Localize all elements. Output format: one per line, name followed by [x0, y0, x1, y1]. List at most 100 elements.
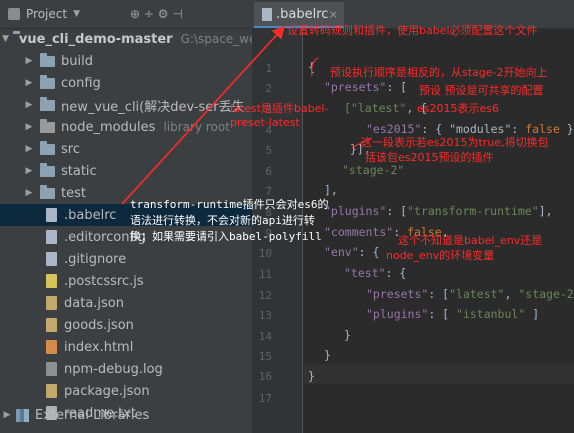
library-icon [16, 408, 29, 422]
line-number: 17 [258, 392, 272, 405]
project-panel-header: Project ▼ ⊕ ÷ ⚙ ⊣ [0, 0, 252, 29]
line-number: 13 [258, 309, 272, 322]
tree-item-node-modules[interactable]: ▶ node_modules library root [0, 116, 252, 138]
code-line-10: "env": { [324, 245, 380, 259]
line-number: 15 [258, 350, 272, 363]
tree-item-index-html[interactable]: index.html [0, 336, 252, 358]
code-line-11: "test": { [344, 266, 407, 280]
chevron-right-icon[interactable]: ▶ [24, 122, 34, 132]
tree-item-gitignore[interactable]: .gitignore [0, 248, 252, 270]
tree-item-label: data.json [64, 295, 124, 311]
annotation-runtime-line: transform-runtime插件只会对es6的 [130, 198, 329, 211]
project-panel-title[interactable]: Project [26, 7, 67, 21]
chevron-down-icon[interactable]: ▼ [73, 9, 80, 19]
code-line-2: "presets": [ [324, 80, 408, 94]
code-line-14: } [344, 328, 351, 342]
annotation-runtime-line: 换；如果需要请引入babel-polyfill [130, 230, 322, 243]
chevron-right-icon[interactable]: ▶ [24, 56, 34, 66]
code-line-6: "stage-2" [342, 163, 405, 177]
tree-item-label: vue_cli_demo-master [18, 31, 173, 47]
tree-item-label: goods.json [64, 317, 134, 333]
tree-item-build[interactable]: ▶ build [0, 50, 252, 72]
tree-item-label: npm-debug.log [64, 361, 163, 377]
annotation-switch-line: 括该包es2015预设的插件 [365, 151, 494, 164]
html-file-icon [46, 340, 57, 354]
log-file-icon [46, 362, 57, 376]
folder-icon [40, 96, 55, 111]
line-number: 11 [258, 268, 272, 281]
code-line-15: } [324, 348, 331, 362]
annotation-presets-share: 预设 预设是可共享的配置 [419, 84, 544, 97]
folder-icon [40, 52, 55, 67]
tree-item-label: External Libraries [35, 407, 150, 423]
tree-item-external-libraries[interactable]: ▶ External Libraries [0, 404, 252, 426]
tree-item-label: package.json [64, 383, 150, 399]
tree-item-label: .postcssrc.js [64, 273, 144, 289]
line-number: 5 [265, 144, 272, 157]
file-icon [46, 230, 57, 244]
code-line-8: "plugins": ["transform-runtime"], [324, 204, 553, 218]
annotation-top: 设置转码规则和插件，使用babel必须配置这个文件 [287, 24, 538, 37]
code-line-16: } [308, 369, 315, 383]
line-number: 1 [265, 62, 272, 75]
tree-item-new-vue-cli[interactable]: ▶ new_vue_cli(解决dev-ser丢失 [0, 94, 252, 116]
annotation-env-line: 这个不知道是babel_env还是 [398, 234, 543, 247]
annotation-switch: 这一段表示若es2015为true,将切换包 括该包es2015预设的插件 [361, 135, 549, 165]
chevron-right-icon[interactable]: ▶ [24, 144, 34, 154]
code-line-3: ["latest", { [344, 101, 428, 115]
ide-window: Project ▼ ⊕ ÷ ⚙ ⊣ ▼ vue_cli_demo-master … [0, 0, 574, 433]
tree-item-goods-json[interactable]: goods.json [0, 314, 252, 336]
line-number: 16 [258, 370, 272, 383]
tree-item-package-json[interactable]: package.json [0, 380, 252, 402]
line-number: 6 [265, 165, 272, 178]
json-file-icon [46, 296, 57, 310]
chevron-right-icon[interactable]: ▶ [24, 78, 34, 88]
tree-item-label: test [61, 185, 86, 201]
tree-item-config[interactable]: ▶ config [0, 72, 252, 94]
js-file-icon [46, 274, 57, 288]
folder-icon [40, 118, 55, 133]
annotation-es2015: es2015表示es6 [417, 102, 499, 115]
json-file-icon [46, 318, 57, 332]
annotation-runtime: transform-runtime插件只会对es6的 语法进行转换，不会对新的a… [130, 197, 328, 245]
close-icon[interactable]: × [329, 8, 338, 21]
chevron-right-icon[interactable]: ▶ [24, 100, 34, 110]
tab-label: .babelrc [276, 6, 329, 22]
json-file-icon [46, 384, 57, 398]
tree-item-label: .babelrc [64, 207, 117, 223]
chevron-right-icon[interactable]: ▶ [24, 188, 34, 198]
code-line-4: "es2015": { "modules": false } [366, 122, 574, 136]
tree-item-static[interactable]: ▶ static [0, 160, 252, 182]
line-number: 10 [258, 247, 272, 260]
tree-item-npm-debug-log[interactable]: npm-debug.log [0, 358, 252, 380]
tree-item-postcssrc[interactable]: .postcssrc.js [0, 270, 252, 292]
annotation-env: 这个不知道是babel_env还是 node_env的环境变量 [386, 233, 543, 263]
annotation-latest-plugin: latest是插件babel- [230, 102, 329, 115]
folder-icon [40, 74, 55, 89]
annotation-env-line: node_env的环境变量 [386, 249, 495, 262]
tree-item-data-json[interactable]: data.json [0, 292, 252, 314]
chevron-right-icon[interactable]: ▶ [2, 410, 12, 420]
tree-root[interactable]: ▼ vue_cli_demo-master G:\space_we [0, 28, 252, 50]
tree-item-label: build [61, 53, 93, 69]
tree-item-label: node_modules [61, 119, 156, 135]
code-line-12: "presets": ["latest", "stage-2"], [366, 287, 574, 301]
current-line-highlight [304, 364, 574, 384]
project-toolbar[interactable]: ⊕ ÷ ⚙ ⊣ [130, 0, 183, 28]
tree-item-src[interactable]: ▶ src [0, 138, 252, 160]
annotation-runtime-line: 语法进行转换，不会对新的api进行转 [130, 214, 315, 227]
folder-icon [40, 140, 55, 155]
tree-item-label: static [61, 163, 97, 179]
line-number: 2 [265, 82, 272, 95]
tree-item-hint: library root [163, 120, 230, 134]
file-icon [46, 208, 57, 222]
line-number: 14 [258, 330, 272, 343]
tree-item-label: index.html [64, 339, 134, 355]
chevron-right-icon[interactable]: ▶ [24, 166, 34, 176]
file-icon [46, 252, 57, 266]
chevron-down-icon[interactable]: ▼ [2, 34, 9, 44]
tree-item-label: new_vue_cli(解决dev-ser丢失 [61, 99, 245, 115]
tree-item-hint: G:\space_we [180, 32, 252, 46]
code-line-13: "plugins": [ "istanbul" ] [366, 307, 540, 321]
folder-icon [40, 162, 55, 177]
